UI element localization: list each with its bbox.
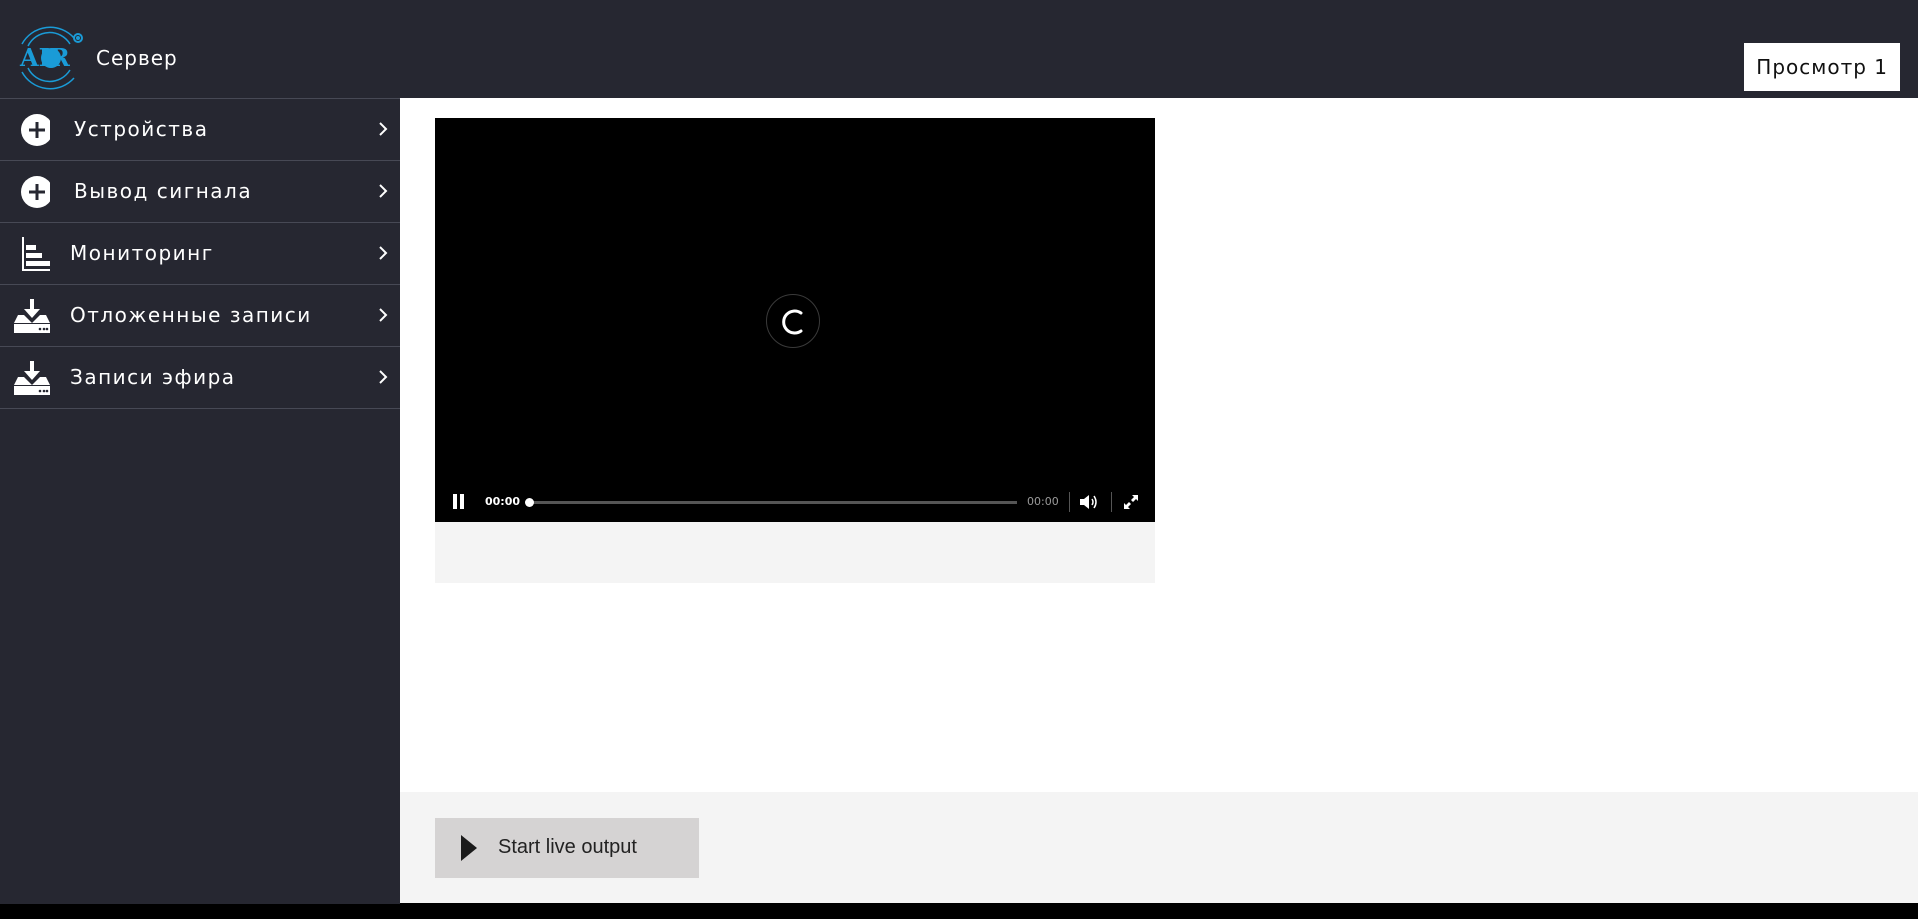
divider <box>1069 492 1070 512</box>
sidebar-item-label: Записи эфира <box>70 365 236 389</box>
chevron-right-icon <box>378 307 388 323</box>
start-live-output-label: Start live output <box>498 836 637 858</box>
chevron-right-icon <box>378 183 388 199</box>
main-content: 00:00 00:00 <box>400 98 1918 792</box>
bar-chart-icon <box>14 237 50 271</box>
fullscreen-button[interactable] <box>1123 494 1139 510</box>
chevron-right-icon <box>378 369 388 385</box>
sidebar-item-monitoring[interactable]: Мониторинг <box>0 223 400 285</box>
player-controls: 00:00 00:00 <box>435 482 1155 522</box>
download-tray-icon <box>14 361 50 395</box>
plus-circle-icon <box>14 113 53 147</box>
sidebar-item-devices[interactable]: Устройства <box>0 99 400 161</box>
sidebar: Устройства Вывод сигнала Мониторинг Отло… <box>0 98 400 904</box>
chevron-right-icon <box>378 121 388 137</box>
pause-button[interactable] <box>451 494 465 510</box>
divider <box>1111 492 1112 512</box>
play-icon <box>460 834 478 865</box>
fullscreen-icon <box>1124 495 1138 509</box>
progress-track[interactable] <box>529 501 1017 504</box>
progress-handle[interactable] <box>525 498 534 507</box>
start-live-output-button[interactable]: Start live output <box>435 818 699 878</box>
video-screen[interactable] <box>435 118 1155 482</box>
view-button[interactable]: Просмотр 1 <box>1744 43 1900 91</box>
app-title: Сервер <box>96 46 178 70</box>
duration-time: 00:00 <box>1027 495 1059 508</box>
sidebar-item-signal-output[interactable]: Вывод сигнала <box>0 161 400 223</box>
air-logo: AIR <box>14 24 88 92</box>
sidebar-item-label: Устройства <box>74 117 209 141</box>
sidebar-item-scheduled-records[interactable]: Отложенные записи <box>0 285 400 347</box>
current-time: 00:00 <box>485 495 521 508</box>
video-player: 00:00 00:00 <box>435 118 1155 583</box>
sidebar-item-air-records[interactable]: Записи эфира <box>0 347 400 409</box>
loading-spinner-icon <box>766 294 820 348</box>
chevron-right-icon <box>378 245 388 261</box>
volume-button[interactable] <box>1079 493 1099 511</box>
sidebar-item-label: Мониторинг <box>70 241 214 265</box>
sidebar-item-label: Вывод сигнала <box>74 179 253 203</box>
plus-circle-icon <box>14 175 53 209</box>
top-header: AIR Сервер Просмотр 1 <box>0 0 1918 98</box>
sidebar-item-label: Отложенные записи <box>70 303 312 327</box>
action-bar: Start live output <box>400 792 1918 903</box>
svg-text:AIR: AIR <box>19 43 71 72</box>
volume-icon <box>1080 495 1097 509</box>
download-tray-icon <box>14 299 50 333</box>
